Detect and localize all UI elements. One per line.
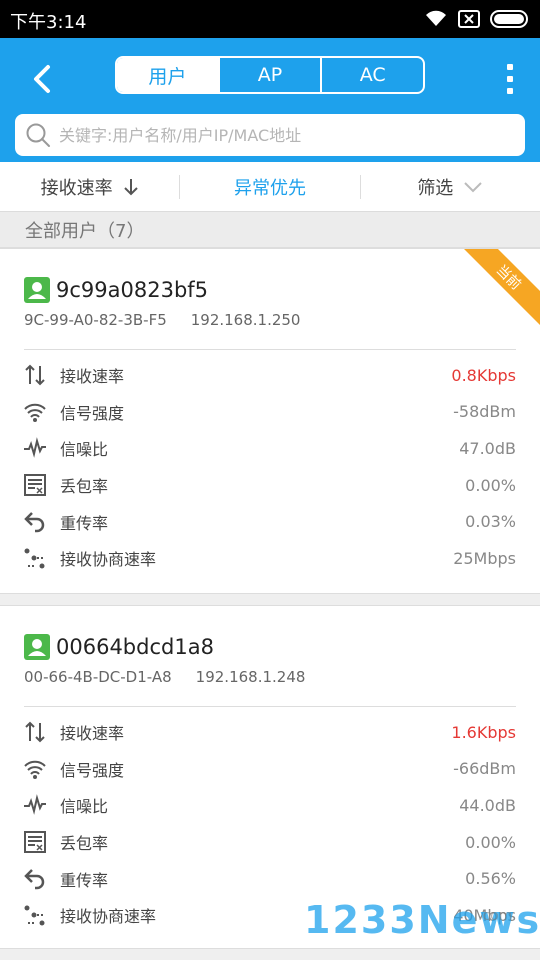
user-avatar-icon	[24, 277, 50, 303]
stat-row: 重传率 0.56%	[22, 860, 516, 897]
tab-users[interactable]: 用户	[117, 58, 220, 92]
tab-ac[interactable]: AC	[322, 58, 423, 92]
search-icon	[26, 123, 50, 147]
status-bar: 下午3:14	[0, 0, 540, 38]
status-icons	[424, 8, 530, 30]
chevron-down-icon	[464, 181, 483, 192]
watermark-suffix: .com	[478, 908, 513, 924]
wifi-icon	[22, 399, 48, 425]
sim-disabled-icon	[458, 10, 480, 28]
search-input[interactable]	[59, 125, 499, 145]
user-card[interactable]: 当前 9c99a0823bf5 9C-99-A0-82-3B-F5 192.16…	[0, 248, 540, 594]
stat-row: 信噪比 44.0dB	[22, 787, 516, 824]
divider	[24, 349, 516, 350]
arrow-down-icon	[123, 178, 138, 195]
stat-row: 重传率 0.03%	[22, 503, 516, 540]
transfer-icon	[22, 719, 48, 745]
section-header: 全部用户（7）	[0, 212, 540, 248]
more-menu-button[interactable]	[502, 64, 518, 94]
packet-loss-icon	[22, 472, 48, 498]
status-time: 下午3:14	[10, 12, 87, 33]
stat-row: 接收协商速率 25Mbps	[22, 540, 516, 577]
divider	[24, 706, 516, 707]
current-badge: 当前	[454, 249, 540, 332]
search-box	[15, 114, 525, 156]
retry-icon	[22, 509, 48, 535]
app-bar: 用户 AP AC	[0, 38, 540, 162]
segmented-tabs: 用户 AP AC	[115, 56, 425, 94]
exception-first-button[interactable]: 异常优先	[180, 174, 359, 200]
transfer-icon	[22, 362, 48, 388]
stat-row: 接收速率 0.8Kbps	[22, 357, 516, 394]
more-vertical-icon	[507, 64, 513, 70]
sort-by-rx-rate[interactable]: 接收速率	[0, 174, 179, 200]
user-name: 00664bdcd1a8	[56, 635, 214, 659]
filter-bar: 接收速率 异常优先 筛选	[0, 162, 540, 212]
back-button[interactable]	[28, 60, 56, 98]
stat-row: 信号强度 -66dBm	[22, 751, 516, 788]
negotiate-rate-icon	[22, 545, 48, 571]
ip-address: 192.168.1.248	[195, 668, 306, 686]
stat-row: 接收速率 1.6Kbps	[22, 714, 516, 751]
filter-label: 筛选	[417, 177, 454, 199]
sort-label: 接收速率	[40, 177, 113, 199]
mac-address: 00-66-4B-DC-D1-A8	[24, 668, 172, 686]
pulse-icon	[22, 435, 48, 461]
user-name: 9c99a0823bf5	[56, 278, 209, 302]
stat-row: 丢包率 0.00%	[22, 824, 516, 861]
pulse-icon	[22, 792, 48, 818]
mac-address: 9C-99-A0-82-3B-F5	[24, 311, 167, 329]
stat-row: 丢包率 0.00%	[22, 467, 516, 504]
stats-list: 接收速率 0.8Kbps 信号强度 -58dBm 信噪比 47.0dB 丢包率 …	[22, 357, 516, 577]
stat-row: 信噪比 47.0dB	[22, 430, 516, 467]
packet-loss-icon	[22, 829, 48, 855]
wifi-icon	[22, 756, 48, 782]
battery-icon	[490, 10, 528, 28]
tab-ap[interactable]: AP	[220, 58, 323, 92]
stat-row: 信号强度 -58dBm	[22, 394, 516, 431]
wifi-signal-icon	[426, 10, 446, 26]
priority-label: 异常优先	[233, 177, 306, 199]
filter-dropdown[interactable]: 筛选	[361, 174, 540, 200]
ip-address: 192.168.1.250	[190, 311, 301, 329]
negotiate-rate-icon	[22, 902, 48, 928]
user-avatar-icon	[24, 634, 50, 660]
retry-icon	[22, 866, 48, 892]
chevron-left-icon	[34, 65, 50, 93]
